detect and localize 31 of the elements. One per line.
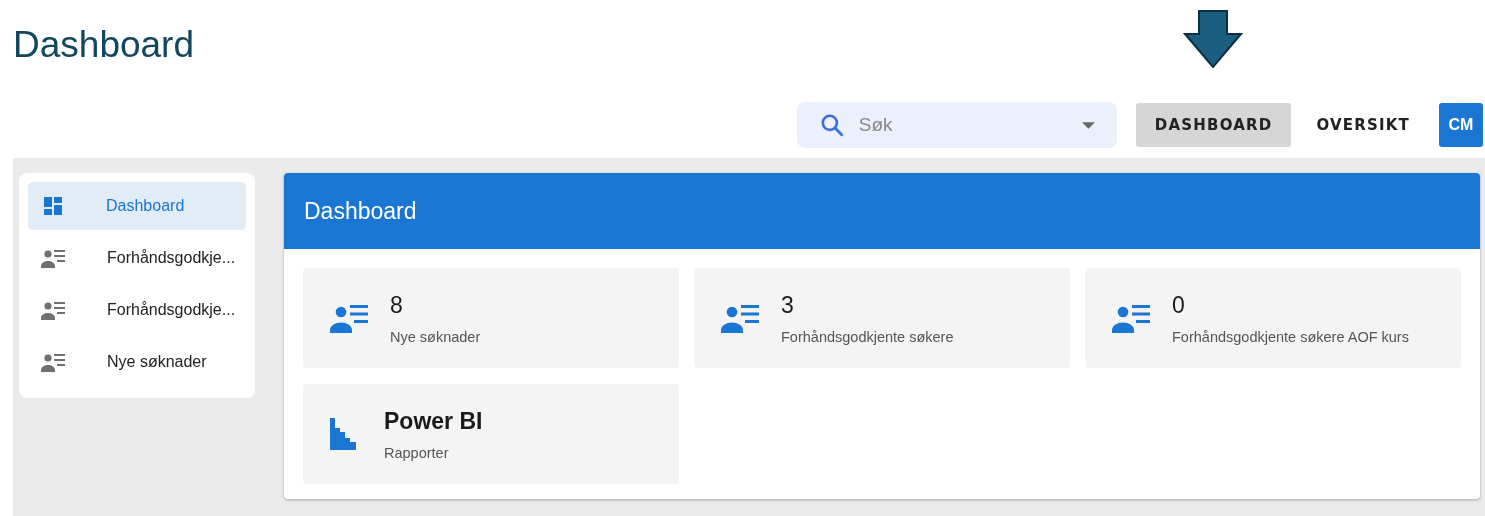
person-list-icon bbox=[41, 352, 67, 372]
user-avatar[interactable]: CM bbox=[1439, 103, 1483, 147]
nav-tab[interactable]: OVERSIKT bbox=[1297, 103, 1429, 147]
person-list-icon bbox=[721, 303, 759, 333]
stat-label: Forhåndsgodkjente søkere AOF kurs bbox=[1172, 328, 1409, 345]
dashboard-icon bbox=[41, 194, 65, 218]
person-list-icon bbox=[41, 248, 67, 268]
stat-label: Nye søknader bbox=[390, 328, 481, 345]
sidebar-item[interactable]: Forhåndsgodkje... bbox=[28, 234, 246, 282]
nav-tab[interactable]: DASHBOARD bbox=[1135, 103, 1292, 147]
stat-card[interactable]: 3 Forhåndsgodkjente søkere bbox=[694, 268, 1070, 368]
sidebar-item[interactable]: Forhåndsgodkje... bbox=[28, 286, 246, 334]
stat-card[interactable]: 0 Forhåndsgodkjente søkere AOF kurs bbox=[1085, 268, 1461, 368]
stat-label: Forhåndsgodkjente søkere bbox=[781, 328, 954, 345]
sidebar-item[interactable]: Dashboard bbox=[28, 182, 246, 230]
person-list-icon bbox=[330, 303, 368, 333]
stat-card[interactable]: 8 Nye søknader bbox=[303, 268, 679, 368]
stat-value: 8 bbox=[390, 291, 404, 319]
stat-value: Power BI bbox=[384, 407, 483, 435]
person-list-icon bbox=[41, 300, 67, 320]
person-list-icon bbox=[1112, 303, 1150, 333]
sidebar-item[interactable]: Nye søknader bbox=[28, 338, 246, 386]
page-title: Dashboard bbox=[13, 24, 194, 66]
dropdown-caret-icon[interactable] bbox=[1081, 122, 1095, 129]
down-arrow-icon bbox=[1183, 10, 1243, 68]
stat-value: 3 bbox=[781, 291, 795, 319]
search-field[interactable]: Søk bbox=[796, 102, 1117, 148]
stat-label: Rapporter bbox=[384, 444, 450, 461]
panel-title: Dashboard bbox=[304, 197, 417, 225]
stat-value: 0 bbox=[1172, 291, 1186, 319]
stat-card[interactable]: Power BI Rapporter bbox=[303, 384, 679, 484]
